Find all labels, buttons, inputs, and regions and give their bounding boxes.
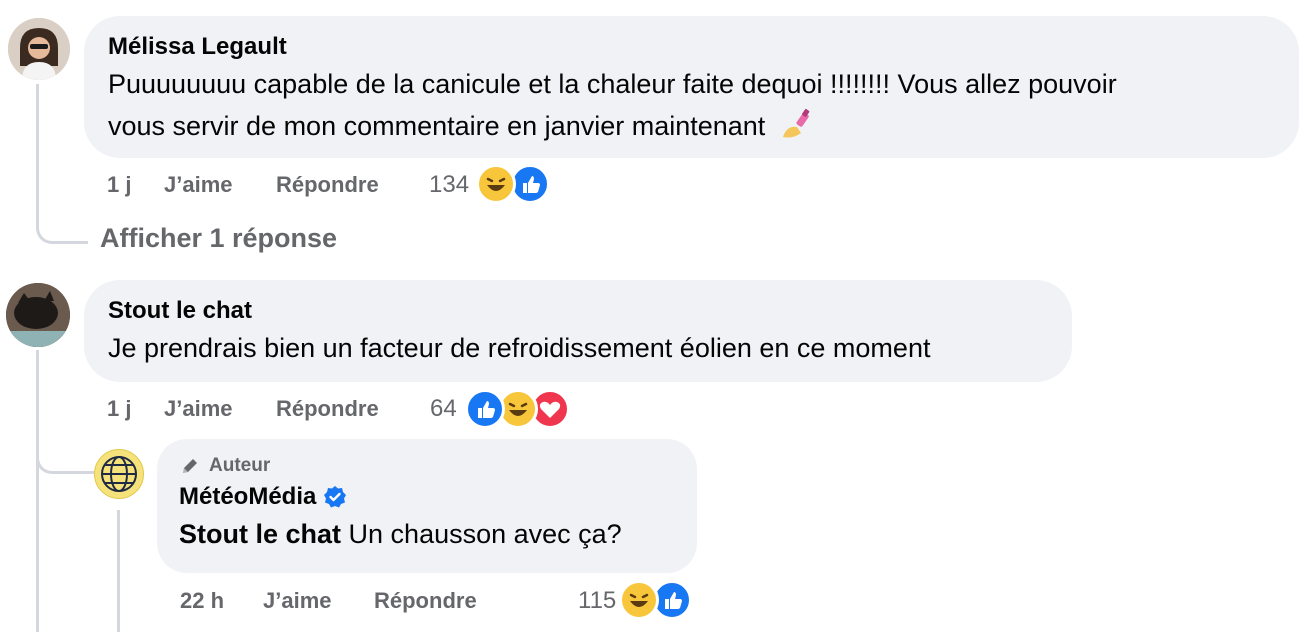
comment-bubble: Mélissa Legault Puuuuuuuu capable de la … [84,16,1299,158]
author-badge: Auteur [179,455,697,477]
comment-text: Je prendrais bien un facteur de refroidi… [108,333,931,363]
reply-button[interactable]: Répondre [276,396,379,422]
comment-text-line: Puuuuuuuu capable de la canicule et la c… [108,69,1117,99]
comment-timestamp[interactable]: 1 j [107,172,131,198]
comment-text-line-2: vous servir de mon commentaire en janvie… [108,105,1299,147]
reply-bubble: Auteur MétéoMédia Stout le chat Un chaus… [157,439,697,573]
meteomedia-logo-icon [101,456,137,492]
comment-author[interactable]: Mélissa Legault [108,33,1299,61]
avatar[interactable] [6,283,70,347]
view-replies-link[interactable]: Afficher 1 réponse [100,223,337,254]
like-button[interactable]: J’aime [164,172,233,198]
nail-polish-emoji-icon [782,108,810,138]
like-reaction-icon[interactable] [510,164,550,204]
reaction-count[interactable]: 134 [429,171,469,199]
comment-timestamp[interactable]: 1 j [107,396,131,422]
comment-text-content: vous servir de mon commentaire en janvie… [108,111,766,141]
reply-text: Stout le chat Un chausson avec ça? [179,513,697,555]
reply-thread-line [117,510,120,632]
comment-text: Puuuuuuuu capable de la canicule et la c… [108,63,1299,147]
cat-photo-icon [6,283,70,347]
avatar[interactable] [94,449,144,499]
mention-link[interactable]: Stout le chat [179,519,341,549]
verified-badge-icon [324,486,347,508]
reaction-count[interactable]: 64 [430,395,457,423]
pencil-icon [183,459,197,473]
reply-timestamp[interactable]: 22 h [180,588,224,614]
reply-button[interactable]: Répondre [276,172,379,198]
reply-button[interactable]: Répondre [374,588,477,614]
comment-bubble: Stout le chat Je prendrais bien un facte… [84,280,1072,382]
avatar[interactable] [8,18,70,80]
like-button[interactable]: J’aime [164,396,233,422]
thread-connector [36,84,88,244]
like-button[interactable]: J’aime [263,588,332,614]
thread-line [36,350,39,632]
person-photo-icon [8,18,70,80]
reply-author[interactable]: MétéoMédia [179,483,697,511]
like-reaction-icon[interactable] [465,389,505,429]
haha-reaction-icon[interactable] [476,164,516,204]
reaction-count[interactable]: 115 [578,587,616,615]
haha-reaction-icon[interactable] [619,580,659,620]
reply-author-name[interactable]: MétéoMédia [179,483,316,511]
comment-author[interactable]: Stout le chat [108,297,1072,325]
reply-connector [36,440,94,474]
reply-text-content: Un chausson avec ça? [348,519,622,549]
author-badge-label: Auteur [209,455,271,476]
